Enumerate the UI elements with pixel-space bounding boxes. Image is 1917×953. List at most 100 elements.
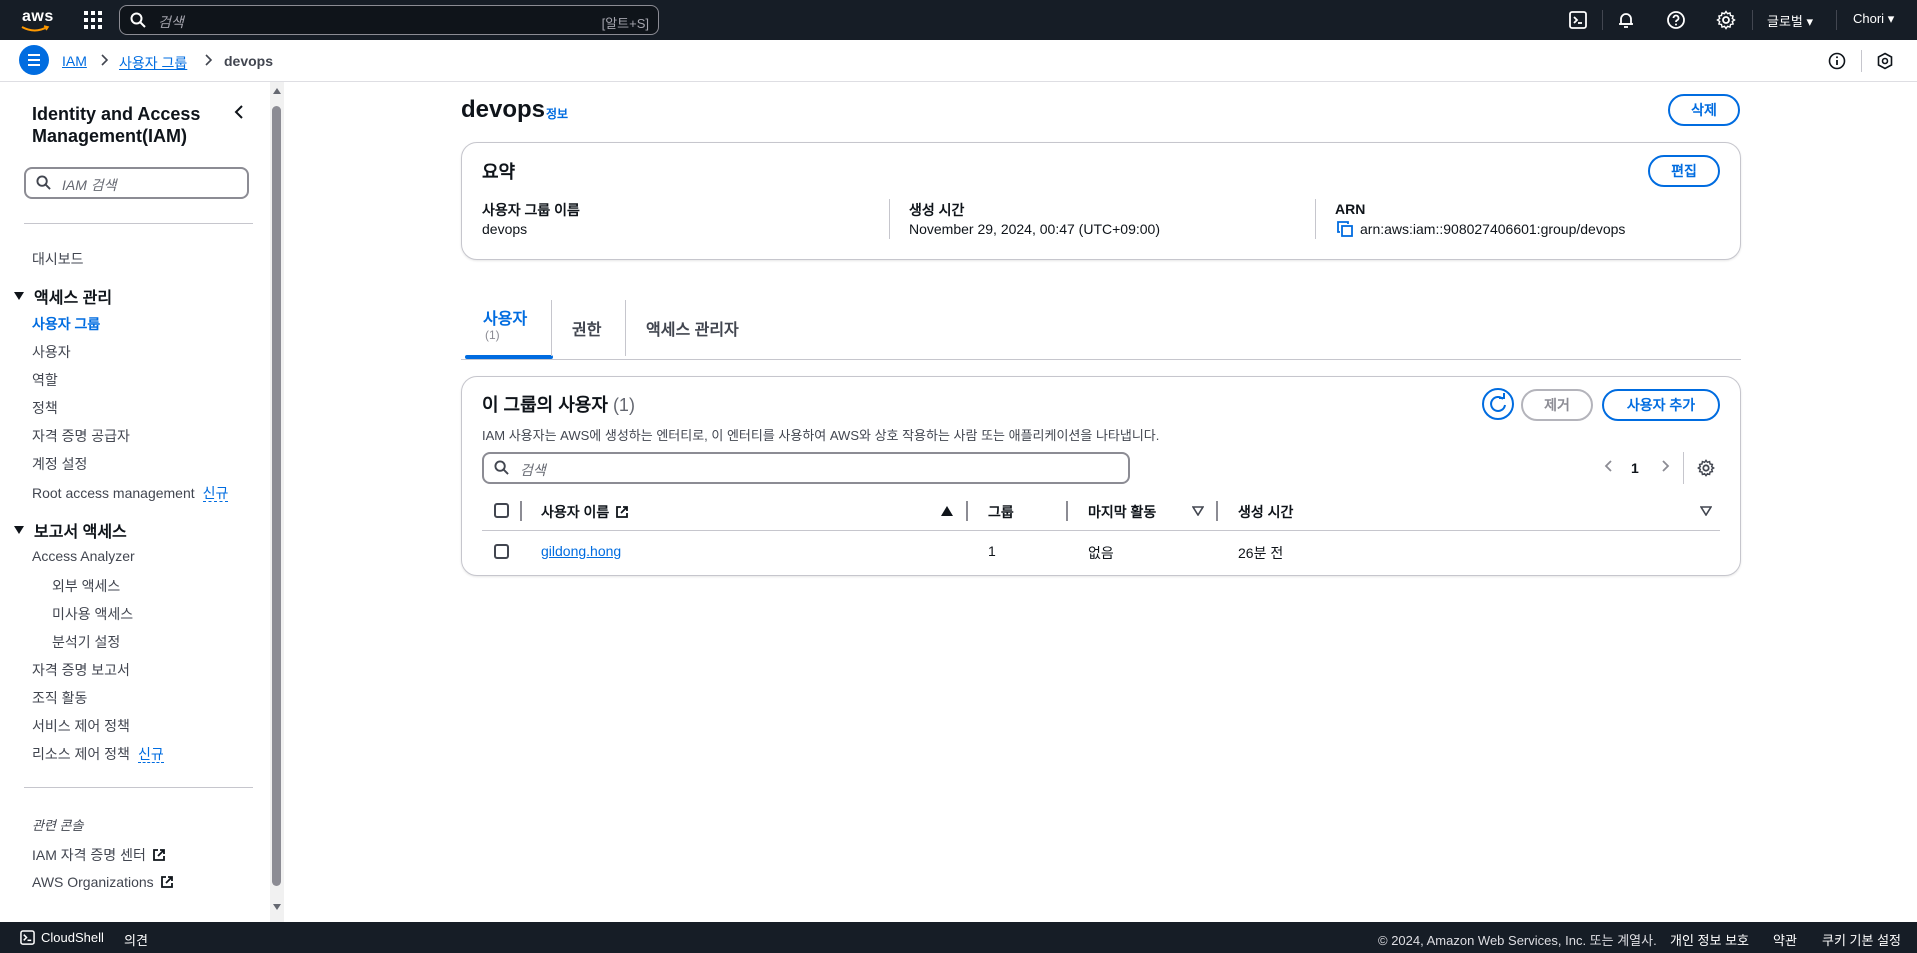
notifications-bell-icon[interactable] xyxy=(1616,10,1636,30)
sort-caret-icon[interactable] xyxy=(1192,506,1204,516)
table-preferences-gear-icon[interactable] xyxy=(1697,459,1715,477)
info-link[interactable]: 정보 xyxy=(546,105,568,122)
breadcrumb-iam[interactable]: IAM xyxy=(62,53,87,69)
info-icon[interactable] xyxy=(1828,52,1846,70)
edit-button[interactable]: 편집 xyxy=(1648,155,1720,187)
search-shortcut: [알트+S] xyxy=(601,16,649,31)
search-icon xyxy=(494,460,509,475)
sidebar-item-users[interactable]: 사용자 xyxy=(32,342,71,362)
sidebar-item-credential-report[interactable]: 자격 증명 보고서 xyxy=(32,660,130,680)
resource-settings-icon[interactable] xyxy=(1876,52,1894,70)
copy-icon[interactable] xyxy=(1337,221,1353,237)
sidebar-item-roles[interactable]: 역할 xyxy=(32,370,58,390)
collapse-sidebar-icon[interactable] xyxy=(232,104,246,120)
users-search-input[interactable]: 검색 xyxy=(482,452,1130,484)
sidebar-item-account-settings[interactable]: 계정 설정 xyxy=(32,454,87,474)
add-users-button[interactable]: 사용자 추가 xyxy=(1602,389,1720,421)
tab-access-advisor[interactable]: 액세스 관리자 xyxy=(626,300,766,358)
hamburger-icon xyxy=(28,54,40,66)
search-placeholder: 검색 xyxy=(158,14,184,30)
column-header-last-activity[interactable]: 마지막 활동 xyxy=(1088,502,1156,522)
new-badge: 신규 xyxy=(202,485,229,502)
delete-button[interactable]: 삭제 xyxy=(1668,94,1740,126)
sidebar-item-unused-access[interactable]: 미사용 액세스 xyxy=(52,604,133,624)
user-groups-count: 1 xyxy=(988,543,996,559)
aws-logo[interactable]: aws xyxy=(20,6,54,34)
scrollbar-thumb[interactable] xyxy=(272,106,281,886)
group-name-label: 사용자 그룹 이름 xyxy=(482,202,580,218)
column-menu-caret-icon[interactable] xyxy=(1700,506,1712,516)
tab-permissions[interactable]: 권한 xyxy=(552,300,626,358)
sidebar-item-analyzer-settings[interactable]: 분석기 설정 xyxy=(52,632,120,652)
sidebar-section-access-reports[interactable]: 보고서 액세스 xyxy=(14,518,127,542)
aws-logo-text: aws xyxy=(22,8,54,25)
caret-down-icon: ▾ xyxy=(1806,14,1814,29)
sidebar-title[interactable]: Identity and Access Management(IAM) xyxy=(32,103,232,147)
users-panel-title: 이 그룹의 사용자 (1) xyxy=(482,395,635,415)
select-all-checkbox[interactable] xyxy=(494,503,509,518)
global-search-input[interactable]: 검색 [알트+S] xyxy=(119,5,659,35)
sidebar-item-organizations[interactable]: AWS Organizations xyxy=(32,874,174,890)
search-icon xyxy=(36,175,51,190)
chevron-right-icon xyxy=(205,54,213,66)
menu-button[interactable] xyxy=(19,45,49,75)
divider xyxy=(24,223,253,224)
external-link-icon xyxy=(616,506,629,518)
previous-page-icon[interactable] xyxy=(1603,458,1615,474)
refresh-icon xyxy=(1490,393,1506,412)
external-link-icon xyxy=(160,876,173,888)
tab-users[interactable]: 사용자 (1) xyxy=(463,300,553,359)
sidebar-item-dashboard[interactable]: 대시보드 xyxy=(32,249,84,269)
sidebar-section-access-management[interactable]: 액세스 관리 xyxy=(14,284,112,308)
privacy-link[interactable]: 개인 정보 보호 xyxy=(1670,930,1749,949)
sidebar-item-organization-activity[interactable]: 조직 활동 xyxy=(32,688,87,708)
new-badge: 신규 xyxy=(137,746,164,763)
sidebar-item-policies[interactable]: 정책 xyxy=(32,398,58,418)
caret-down-icon xyxy=(14,292,24,300)
footer-bar: CloudShell 의견 © 2024, Amazon Web Service… xyxy=(0,922,1917,953)
copyright-text: © 2024, Amazon Web Services, Inc. 또는 계열사… xyxy=(1378,933,1657,948)
breadcrumb-current: devops xyxy=(224,53,274,69)
refresh-button[interactable] xyxy=(1482,388,1514,420)
sidebar-item-identity-providers[interactable]: 자격 증명 공급자 xyxy=(32,426,130,446)
column-header-creation-time[interactable]: 생성 시간 xyxy=(1238,502,1293,522)
scroll-up-icon[interactable] xyxy=(273,88,281,94)
sidebar-item-external-access[interactable]: 외부 액세스 xyxy=(52,576,120,596)
help-icon[interactable] xyxy=(1666,10,1686,30)
column-header-groups[interactable]: 그룹 xyxy=(988,502,1014,522)
top-navigation: aws 검색 [알트+S] 글로벌 ▾ Chori ▾ xyxy=(0,0,1917,40)
account-menu[interactable]: Chori ▾ xyxy=(1853,11,1894,27)
scroll-down-icon[interactable] xyxy=(273,904,281,910)
sidebar-item-root-access[interactable]: Root access management 신규 xyxy=(32,483,229,503)
arn-value: arn:aws:iam::908027406601:group/devops xyxy=(1360,221,1626,237)
user-name-link[interactable]: gildong.hong xyxy=(541,543,621,559)
remove-button[interactable]: 제거 xyxy=(1521,389,1593,421)
sidebar-item-identity-center[interactable]: IAM 자격 증명 센터 xyxy=(32,845,166,865)
feedback-link[interactable]: 의견 xyxy=(124,930,148,949)
services-grid-icon[interactable] xyxy=(84,11,102,29)
sidebar-item-service-control-policies[interactable]: 서비스 제어 정책 xyxy=(32,716,130,736)
arn-label: ARN xyxy=(1335,201,1366,217)
sidebar-search-input[interactable]: IAM 검색 xyxy=(24,167,249,199)
sidebar-item-user-groups[interactable]: 사용자 그룹 xyxy=(32,314,100,334)
current-page-number[interactable]: 1 xyxy=(1631,460,1639,476)
row-select-checkbox[interactable] xyxy=(494,544,509,559)
sort-ascending-icon[interactable] xyxy=(941,506,953,516)
search-icon xyxy=(130,12,146,28)
region-selector[interactable]: 글로벌 ▾ xyxy=(1767,11,1813,30)
page-title: devops xyxy=(461,96,546,123)
next-page-icon[interactable] xyxy=(1659,458,1671,474)
cookie-preferences-link[interactable]: 쿠키 기본 설정 xyxy=(1822,930,1901,949)
sidebar-scrollbar[interactable] xyxy=(270,82,284,922)
sidebar-item-access-analyzer[interactable]: Access Analyzer xyxy=(32,548,135,564)
breadcrumb-user-groups[interactable]: 사용자 그룹 xyxy=(119,53,187,73)
cloudshell-icon xyxy=(20,930,35,945)
summary-card: 요약 편집 사용자 그룹 이름 devops 생성 시간 November 29… xyxy=(461,142,1741,260)
column-header-user-name[interactable]: 사용자 이름 xyxy=(541,502,629,522)
cloudshell-link[interactable]: CloudShell xyxy=(41,930,104,945)
chevron-right-icon xyxy=(101,54,109,66)
cloudshell-icon[interactable] xyxy=(1568,10,1588,30)
settings-gear-icon[interactable] xyxy=(1716,10,1736,30)
terms-link[interactable]: 약관 xyxy=(1773,930,1797,949)
sidebar-item-resource-control-policies[interactable]: 리소스 제어 정책 신규 xyxy=(32,744,164,764)
